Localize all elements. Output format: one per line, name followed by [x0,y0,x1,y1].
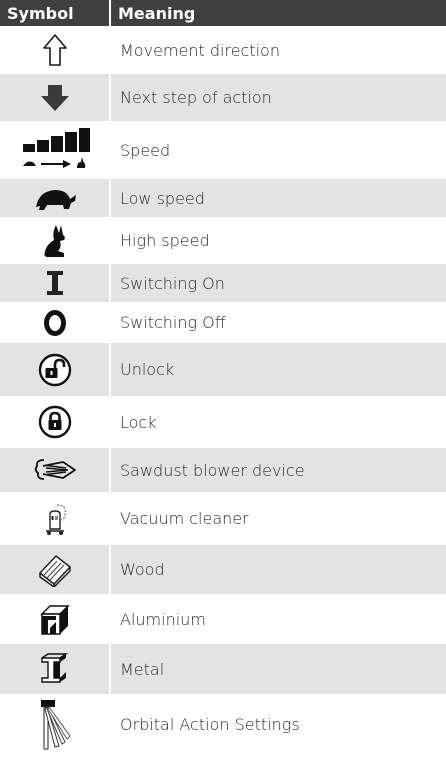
table-row: Switching On [0,264,446,302]
switch-off-icon [43,309,66,336]
table-row: Sawdust blower device [0,448,446,492]
outline-up-arrow-icon [42,34,67,66]
row-meaning: Aluminium [110,594,446,644]
row-meaning: Speed [110,121,446,179]
table-row: Vacuum cleaner [0,492,446,545]
aluminium-icon [39,605,70,635]
orbital-action-icon [40,699,71,749]
table-row: Wood [0,545,446,594]
sawdust-blower-icon [34,459,76,480]
metal-icon [40,653,68,683]
symbol-column-header: Symbol [0,0,111,26]
table-row: Next step of action [0,74,446,121]
table-row: High speed [0,217,446,264]
row-meaning: Switching Off [110,302,446,343]
table-row: Speed [0,121,446,179]
row-meaning: Orbital Action Settings [110,694,446,755]
lock-icon [38,405,71,439]
table-row: Lock [0,396,446,448]
rabbit-icon [43,224,65,257]
row-meaning: Metal [110,644,446,694]
row-meaning: Vacuum cleaner [110,492,446,545]
row-meaning: Switching On [110,264,446,302]
row-meaning: Lock [110,396,446,448]
table-row: Low speed [0,179,446,217]
meaning-column-header: Meaning [110,0,446,26]
wood-icon [38,554,71,587]
turtle-icon [35,190,76,210]
vacuum-cleaner-icon [45,504,66,535]
row-meaning: Movement direction [110,26,446,74]
table-row: Orbital Action Settings [0,694,446,755]
table-header-row: Symbol Meaning [0,0,446,26]
unlock-icon [38,353,71,386]
symbol-legend-table: Symbol Meaning Movement direction Next s… [0,0,446,755]
row-meaning: Next step of action [110,74,446,121]
row-meaning: Sawdust blower device [110,448,446,492]
row-meaning: Wood [110,545,446,594]
row-meaning: Unlock [110,343,446,396]
switch-on-icon [46,271,63,295]
row-meaning: High speed [110,217,446,264]
table-row: Aluminium [0,594,446,644]
solid-down-arrow-icon [40,84,69,111]
table-row: Metal [0,644,446,694]
table-row: Unlock [0,343,446,396]
row-meaning: Low speed [110,179,446,217]
speed-scale-icon [22,128,90,168]
table-row: Movement direction [0,26,446,74]
table-row: Switching Off [0,302,446,343]
